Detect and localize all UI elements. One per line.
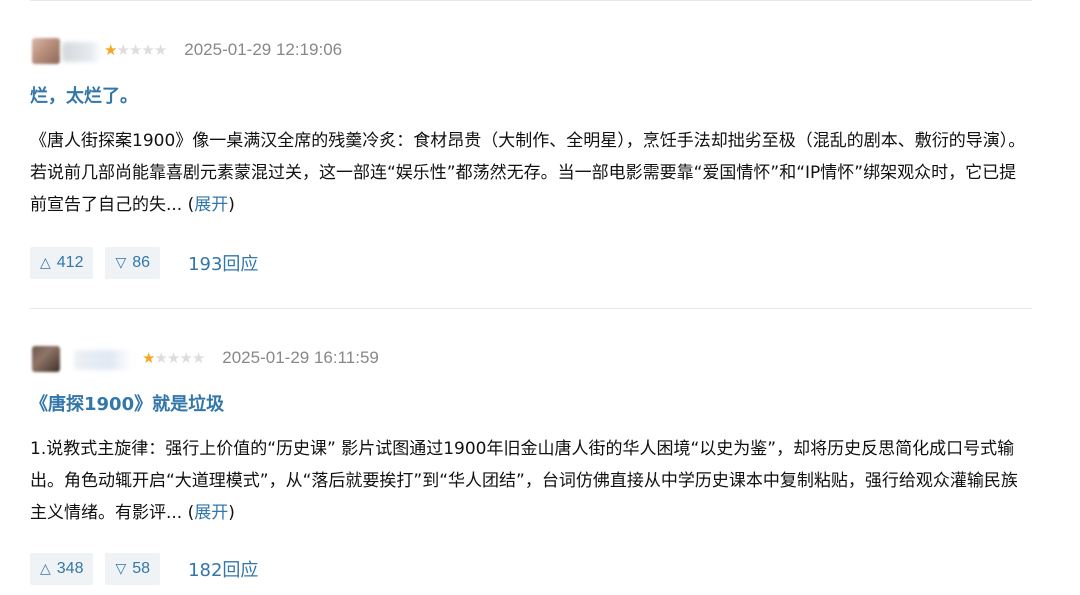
star-icon: ★ <box>141 41 154 59</box>
review-body: 1.说教式主旋律：强行上价值的“历史课” 影片试图通过1900年旧金山唐人街的华… <box>30 433 1030 529</box>
downvote-count: 58 <box>132 560 151 577</box>
expand-paren-close: ) <box>228 195 235 215</box>
replies-link[interactable]: 193回应 <box>188 250 258 276</box>
review-body-text: 1.说教式主旋律：强行上价值的“历史课” 影片试图通过1900年旧金山唐人街的华… <box>30 439 1018 523</box>
expand-link[interactable]: 展开 <box>194 503 228 523</box>
star-icon: ★ <box>166 349 180 367</box>
username-blurred[interactable] <box>74 350 132 370</box>
rating-stars: ★ ★ ★ ★ ★ <box>104 41 167 59</box>
review-meta: ★ ★ ★ ★ ★ 2025-01-29 16:11:59 <box>30 343 379 373</box>
upvote-button[interactable]: △ 412 <box>30 247 94 279</box>
up-triangle-icon: △ <box>40 561 51 577</box>
upvote-button[interactable]: △ 348 <box>30 553 94 585</box>
review-body-text: 《唐人街探案1900》像一桌满汉全席的残羹冷炙：食材昂贵（大制作、全明星），烹饪… <box>30 131 1026 215</box>
expand-paren-close: ) <box>228 503 235 523</box>
star-icon: ★ <box>128 41 142 59</box>
review-item: ★ ★ ★ ★ ★ 2025-01-29 12:19:06 烂，太烂了。 《唐人街探案1… <box>30 0 1032 307</box>
review-actions: △ 412 ▽ 86 193回应 <box>30 247 258 279</box>
review-meta: ★ ★ ★ ★ ★ 2025-01-29 12:19:06 <box>30 35 342 65</box>
downvote-count: 86 <box>132 254 151 271</box>
review-actions: △ 348 ▽ 58 182回应 <box>30 553 258 585</box>
avatar-image[interactable] <box>32 346 60 372</box>
star-icon: ★ <box>191 349 205 367</box>
upvote-count: 348 <box>56 560 84 577</box>
avatar[interactable] <box>30 344 132 372</box>
down-triangle-icon: ▽ <box>115 561 127 577</box>
downvote-button[interactable]: ▽ 58 <box>105 553 161 585</box>
avatar-image[interactable] <box>32 38 60 64</box>
rating-stars: ★ ★ ★ ★ ★ <box>142 349 205 367</box>
review-timestamp: 2025-01-29 16:11:59 <box>222 348 379 367</box>
replies-link[interactable]: 182回应 <box>188 556 258 582</box>
star-icon: ★ <box>116 41 129 59</box>
star-icon: ★ <box>104 41 117 59</box>
expand-link[interactable]: 展开 <box>194 195 228 215</box>
downvote-button[interactable]: ▽ 86 <box>105 247 161 279</box>
review-body: 《唐人街探案1900》像一桌满汉全席的残羹冷炙：食材昂贵（大制作、全明星），烹饪… <box>30 125 1030 221</box>
review-timestamp: 2025-01-29 12:19:06 <box>184 40 343 59</box>
upvote-count: 412 <box>56 254 84 271</box>
down-triangle-icon: ▽ <box>115 255 127 271</box>
review-item: ★ ★ ★ ★ ★ 2025-01-29 16:11:59 《唐探1900》就是垃圾 1… <box>30 308 1032 595</box>
star-icon: ★ <box>153 41 167 59</box>
star-icon: ★ <box>179 349 192 367</box>
avatar[interactable] <box>30 36 102 64</box>
review-title[interactable]: 烂，太烂了。 <box>30 85 138 109</box>
review-title[interactable]: 《唐探1900》就是垃圾 <box>30 393 224 417</box>
up-triangle-icon: △ <box>40 255 51 271</box>
star-icon: ★ <box>154 349 167 367</box>
username-blurred[interactable] <box>62 42 102 62</box>
star-icon: ★ <box>142 349 155 367</box>
